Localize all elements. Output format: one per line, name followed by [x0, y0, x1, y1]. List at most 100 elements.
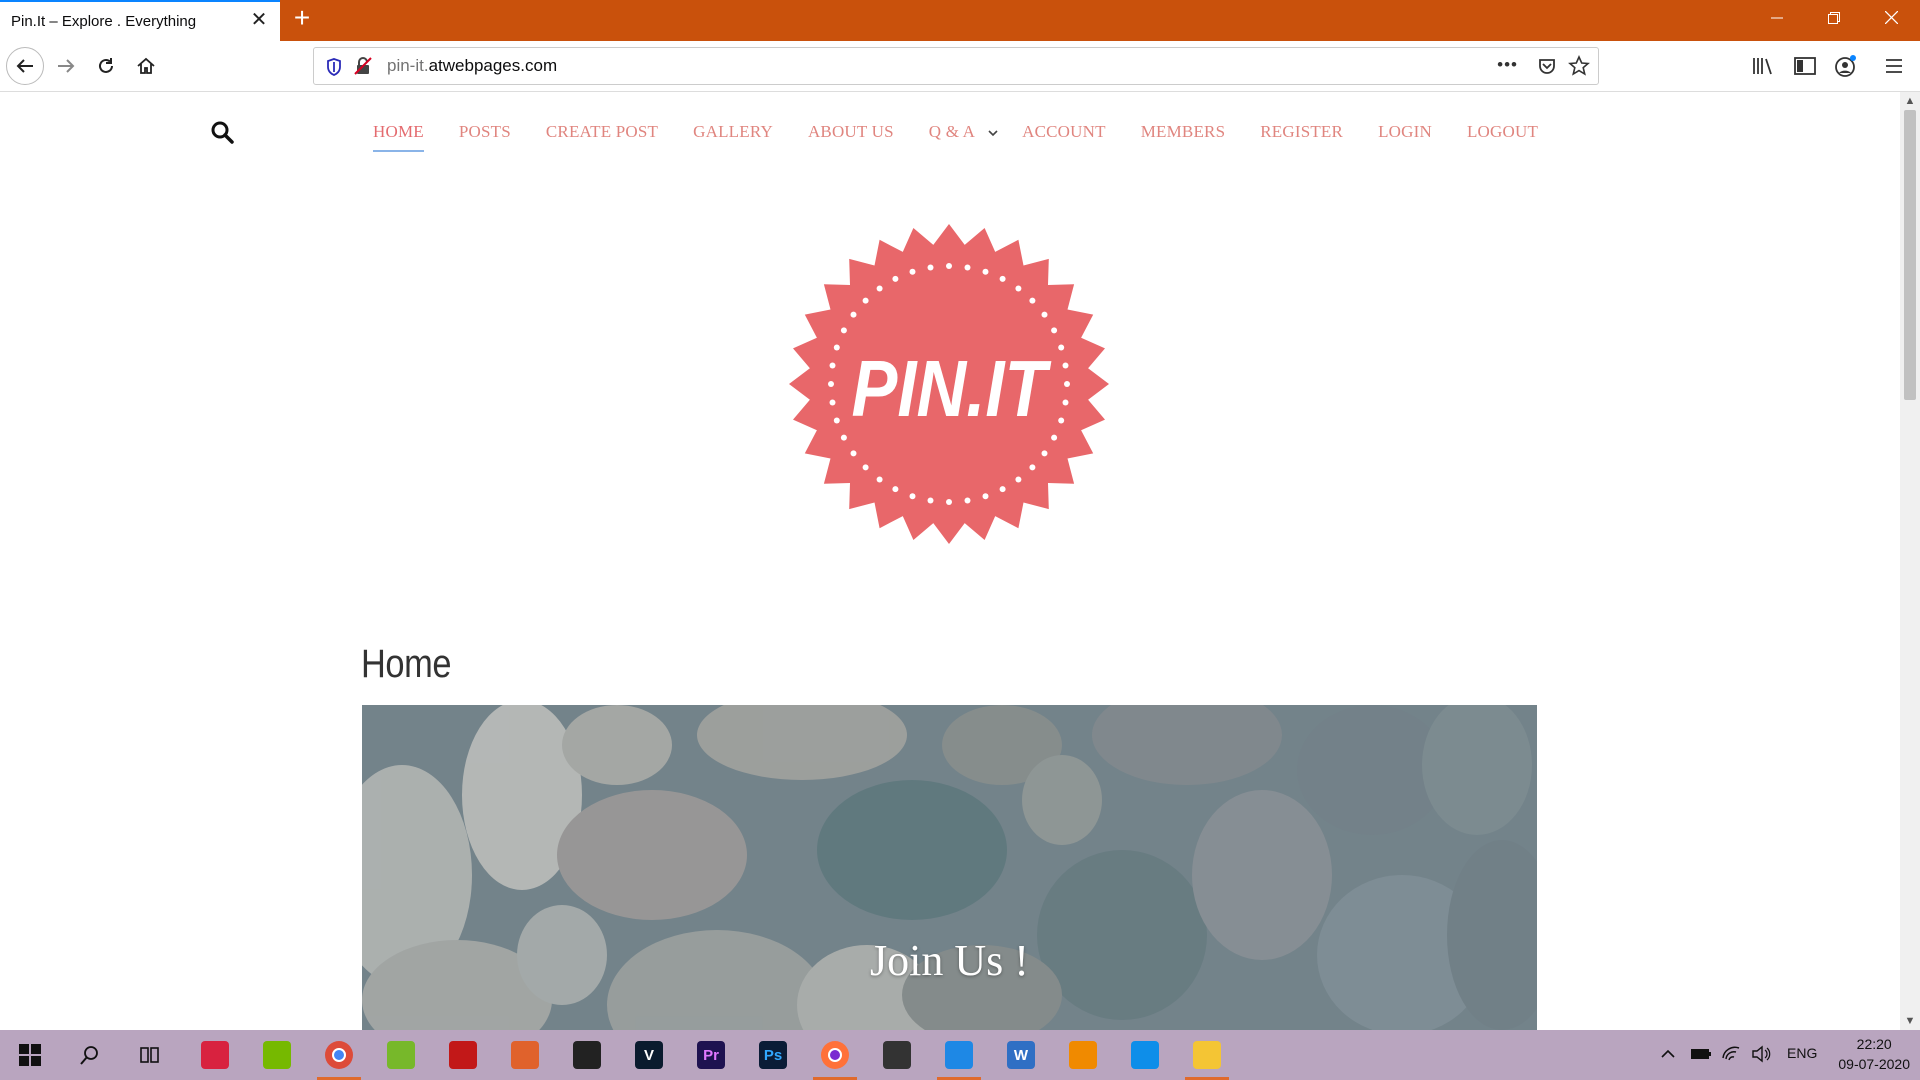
menu-item-logout[interactable]: LOGOUT — [1467, 122, 1538, 152]
minimize-button[interactable] — [1754, 0, 1800, 41]
url-bar[interactable]: pin-it.atwebpages.com ••• — [313, 47, 1599, 85]
logo-dot — [946, 499, 952, 505]
logo-dot — [1051, 327, 1058, 334]
scroll-up-icon[interactable]: ▲ — [1900, 92, 1920, 110]
taskbar-app[interactable]: Ps — [743, 1030, 803, 1080]
taskbar-app[interactable] — [433, 1030, 493, 1080]
taskbar-app[interactable] — [309, 1030, 369, 1080]
arrow-right-icon — [58, 59, 75, 73]
taskbar-app[interactable] — [120, 1030, 180, 1080]
car-app-icon — [883, 1041, 911, 1069]
taskbar-app[interactable] — [185, 1030, 245, 1080]
menu-item-about-us[interactable]: ABOUT US — [808, 122, 894, 152]
chevron-down-icon[interactable] — [987, 122, 999, 152]
page-scrollbar[interactable]: ▲ ▼ — [1900, 92, 1920, 1030]
hero-banner: Join Us ! — [362, 705, 1537, 1030]
taskbar-app[interactable] — [1115, 1030, 1175, 1080]
new-tab-button[interactable]: + — [289, 4, 315, 32]
box-app-icon — [511, 1041, 539, 1069]
scroll-down-icon[interactable]: ▼ — [1900, 1012, 1920, 1030]
logo-dot — [1064, 381, 1070, 387]
battery-icon[interactable] — [1690, 1046, 1712, 1067]
logo-dot — [982, 268, 989, 275]
menu-item-create-post[interactable]: CREATE POST — [546, 122, 658, 152]
logo-dot — [909, 268, 916, 275]
join-us-heading[interactable]: Join Us ! — [362, 935, 1537, 986]
hamburger-menu-icon[interactable] — [1884, 56, 1904, 81]
taskbar-app[interactable] — [1177, 1030, 1237, 1080]
taskbar-app[interactable] — [371, 1030, 431, 1080]
atom-app-icon — [201, 1041, 229, 1069]
speedometer-icon — [573, 1041, 601, 1069]
taskbar-app[interactable] — [247, 1030, 307, 1080]
taskbar-app[interactable] — [805, 1030, 865, 1080]
menu-item-gallery[interactable]: GALLERY — [693, 122, 773, 152]
page-content: HOME POSTS CREATE POST GALLERY ABOUT US Q & A… — [0, 92, 1900, 1030]
show-hidden-icons-icon[interactable] — [1660, 1046, 1676, 1067]
taskbar-app[interactable] — [557, 1030, 617, 1080]
taskbar-app[interactable]: V — [619, 1030, 679, 1080]
taskbar-app[interactable] — [1053, 1030, 1113, 1080]
insecure-lock-icon[interactable] — [354, 57, 372, 80]
url-subdomain: pin-it. — [387, 56, 429, 75]
library-icon[interactable] — [1752, 56, 1774, 81]
logo-dot — [927, 264, 934, 271]
back-button[interactable] — [6, 47, 44, 85]
language-indicator[interactable]: ENG — [1787, 1045, 1817, 1061]
chrome-icon — [325, 1041, 353, 1069]
close-window-button[interactable] — [1868, 0, 1914, 41]
logo-dot — [1041, 450, 1048, 457]
home-button[interactable] — [129, 49, 163, 83]
taskbar-app[interactable] — [0, 1030, 60, 1080]
scroll-thumb[interactable] — [1904, 110, 1916, 400]
site-search-icon[interactable] — [210, 120, 234, 149]
taskbar-app[interactable]: W — [991, 1030, 1051, 1080]
page-actions-icon[interactable]: ••• — [1497, 55, 1518, 75]
arrow-left-icon — [16, 59, 33, 73]
account-icon[interactable] — [1834, 54, 1858, 83]
menu-item-login[interactable]: LOGIN — [1378, 122, 1432, 152]
taskbar-app[interactable] — [929, 1030, 989, 1080]
restore-icon — [1828, 12, 1840, 24]
app-icon-letter: V — [643, 1046, 654, 1064]
clock-time: 22:20 — [1856, 1036, 1892, 1052]
tab-close-icon[interactable]: ✕ — [248, 10, 270, 32]
logo-dot — [1051, 434, 1058, 441]
menu-item-account[interactable]: ACCOUNT — [1022, 122, 1106, 152]
word-icon: W — [1007, 1041, 1035, 1069]
browser-tab-active[interactable]: Pin.It – Explore . Everything ✕ — [0, 0, 280, 41]
menu-item-home[interactable]: HOME — [373, 122, 424, 152]
reload-button[interactable] — [89, 49, 123, 83]
taskbar-app[interactable] — [495, 1030, 555, 1080]
taskbar-app[interactable] — [867, 1030, 927, 1080]
firefox-icon — [821, 1041, 849, 1069]
url-domain: atwebpages.com — [428, 56, 558, 75]
pin-it-badge-logo: PIN.IT — [789, 224, 1109, 544]
tracking-shield-icon[interactable] — [326, 58, 342, 81]
windows-taskbar: V Pr Ps W ENG 22:20 09-07-2020 — [0, 1030, 1920, 1080]
menu-item-posts[interactable]: POSTS — [459, 122, 511, 152]
menu-item-q-a[interactable]: Q & A — [929, 122, 975, 152]
site-logo[interactable]: PIN.IT — [787, 222, 1111, 551]
taskbar-app[interactable] — [60, 1030, 120, 1080]
menu-item-members[interactable]: MEMBERS — [1141, 122, 1226, 152]
menu-item-register[interactable]: REGISTER — [1260, 122, 1343, 152]
url-text[interactable]: pin-it.atwebpages.com — [387, 56, 557, 76]
vscode-icon — [945, 1041, 973, 1069]
sidebar-icon[interactable] — [1794, 56, 1816, 81]
close-icon — [1884, 10, 1898, 25]
reload-icon — [99, 58, 113, 73]
volume-icon[interactable] — [1751, 1045, 1771, 1068]
bookmark-star-icon[interactable] — [1568, 55, 1590, 82]
taskbar-app[interactable]: Pr — [681, 1030, 741, 1080]
logo-dot — [850, 311, 857, 318]
app-icon-letter: W — [1013, 1046, 1029, 1064]
logo-dot — [1058, 344, 1065, 351]
browser-titlebar: Pin.It – Explore . Everything ✕ + — [0, 0, 1920, 41]
forward-button[interactable] — [49, 49, 83, 83]
wifi-icon[interactable] — [1721, 1044, 1741, 1067]
restore-button[interactable] — [1811, 0, 1857, 41]
logo-dot — [892, 275, 899, 282]
system-clock[interactable]: 22:20 09-07-2020 — [1838, 1034, 1910, 1074]
pocket-icon[interactable] — [1537, 56, 1557, 81]
